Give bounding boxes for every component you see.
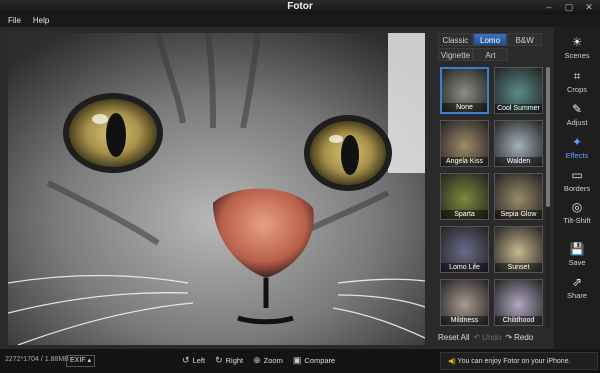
rotate-right-label: Right (225, 355, 244, 365)
undo-button[interactable]: ↶ Undo (474, 331, 502, 345)
effect-label: Sunset (495, 263, 542, 272)
tool-share[interactable]: ⇗ Share (554, 275, 600, 300)
effect-thumbnail-grid: None Cool Summer Angela Kiss Walden Spar… (438, 67, 546, 329)
rotate-right-icon: ↻ (215, 354, 223, 365)
undo-label: Undo (482, 333, 502, 342)
iphone-notice[interactable]: ◀) You can enjoy Fotor on your iPhone. (440, 352, 598, 370)
undo-icon: ↶ (473, 333, 481, 342)
tool-label: Save (568, 258, 586, 267)
tool-sidebar: ☀ Scenes ⌗ Crops ✎ Adjust ✦ Effects ▭ Bo… (554, 27, 600, 349)
compare-button[interactable]: ▣ Compare (293, 353, 335, 367)
rotate-right-button[interactable]: ↻ Right (215, 353, 243, 367)
effect-sparta[interactable]: Sparta (440, 173, 489, 220)
tool-borders[interactable]: ▭ Borders (554, 168, 600, 193)
notice-message: You can enjoy Fotor on your iPhone. (457, 358, 571, 365)
maximize-button[interactable]: ▢ (564, 2, 574, 12)
tool-label: Tilt-Shift (563, 216, 591, 225)
speaker-icon: ◀) (448, 358, 456, 365)
menu-file[interactable]: File (8, 14, 21, 27)
effect-label: Sparta (441, 210, 488, 219)
effect-label: Walden (495, 157, 542, 166)
tab-classic[interactable]: Classic (438, 33, 473, 46)
effect-label: None (442, 103, 487, 112)
effect-sepia-glow[interactable]: Sepia Glow (494, 173, 543, 220)
effect-label: Childhood (495, 316, 542, 325)
tool-crops[interactable]: ⌗ Crops (554, 69, 600, 94)
effect-angela-kiss[interactable]: Angela Kiss (440, 120, 489, 167)
effect-category-tabs: Classic Lomo B&W (438, 33, 543, 46)
tab-vignette[interactable]: Vignette (438, 48, 473, 61)
cat-photo[interactable] (8, 33, 425, 345)
effects-scroll-thumb[interactable] (546, 67, 550, 207)
compare-label: Compare (304, 355, 336, 365)
effect-none[interactable]: None (440, 67, 489, 114)
window-controls: – ▢ ✕ (544, 2, 594, 12)
crop-icon: ⌗ (573, 69, 581, 83)
view-controls: ↺ Left ↻ Right ⊕ Zoom ▣ Compare (182, 353, 335, 367)
cat-photo-illustration (8, 33, 425, 345)
effect-lomo-life[interactable]: Lomo Life (440, 226, 489, 273)
zoom-button[interactable]: ⊕ Zoom (253, 353, 283, 367)
tool-label: Adjust (566, 118, 588, 127)
effect-sunset[interactable]: Sunset (494, 226, 543, 273)
tool-adjust[interactable]: ✎ Adjust (554, 102, 600, 127)
tool-save[interactable]: 💾 Save (554, 242, 600, 267)
tool-label: Effects (565, 151, 589, 160)
zoom-label: Zoom (263, 355, 283, 365)
tab-art[interactable]: Art (473, 48, 508, 61)
effect-category-tabs-row2: Vignette Art (438, 48, 508, 61)
notice-text: ◀) You can enjoy Fotor on your iPhone. (448, 357, 571, 365)
effects-scrollbar[interactable] (546, 67, 550, 329)
rotate-left-icon: ↺ (182, 354, 190, 365)
effect-label: Cool Summer (495, 104, 542, 113)
close-button[interactable]: ✕ (584, 2, 594, 12)
photo-canvas (0, 27, 432, 349)
effect-childhood[interactable]: Childhood (494, 279, 543, 326)
effect-label: Lomo Life (441, 263, 488, 272)
frame-icon: ▭ (571, 168, 583, 182)
effect-mildness[interactable]: Mildness (440, 279, 489, 326)
effect-label: Mildness (441, 316, 488, 325)
tool-scenes[interactable]: ☀ Scenes (554, 35, 600, 60)
app-title: Fotor (287, 1, 313, 12)
image-size-info: 2272*1704 / 1.88MB (5, 356, 69, 363)
minimize-button[interactable]: – (544, 2, 554, 12)
sun-icon: ☀ (571, 35, 583, 49)
tool-label: Borders (563, 184, 591, 193)
share-icon: ⇗ (571, 275, 583, 289)
sparkle-icon: ✦ (571, 135, 583, 149)
redo-label: Redo (514, 333, 534, 342)
effect-label: Angela Kiss (441, 157, 488, 166)
panel-footer: Reset All ↶ Undo ↷ Redo (438, 331, 548, 345)
save-icon: 💾 (569, 242, 585, 256)
rotate-left-button[interactable]: ↺ Left (182, 353, 205, 367)
reset-all-button[interactable]: Reset All (438, 331, 470, 345)
effect-walden[interactable]: Walden (494, 120, 543, 167)
tool-label: Scenes (564, 51, 590, 60)
title-bar: Fotor – ▢ ✕ (0, 0, 600, 14)
pencil-icon: ✎ (571, 102, 583, 116)
tool-effects[interactable]: ✦ Effects (554, 135, 600, 160)
tool-tilt-shift[interactable]: ◎ Tilt-Shift (554, 200, 600, 225)
redo-icon: ↷ (505, 333, 513, 342)
tool-label: Crops (566, 85, 587, 94)
exif-button[interactable]: EXIF ▴ (66, 355, 96, 367)
tab-lomo[interactable]: Lomo (472, 33, 508, 46)
focus-icon: ◎ (571, 200, 583, 214)
zoom-icon: ⊕ (253, 354, 261, 365)
menu-help[interactable]: Help (33, 14, 49, 27)
compare-icon: ▣ (292, 354, 302, 365)
redo-button[interactable]: ↷ Redo (505, 331, 533, 345)
tool-label: Share (566, 291, 587, 300)
effect-cool-summer[interactable]: Cool Summer (494, 67, 543, 114)
tab-bw[interactable]: B&W (507, 33, 543, 46)
effect-label: Sepia Glow (495, 210, 542, 219)
rotate-left-label: Left (192, 355, 206, 365)
effects-panel: Classic Lomo B&W Vignette Art None Cool … (432, 27, 554, 349)
menu-bar: File Help (0, 14, 600, 27)
